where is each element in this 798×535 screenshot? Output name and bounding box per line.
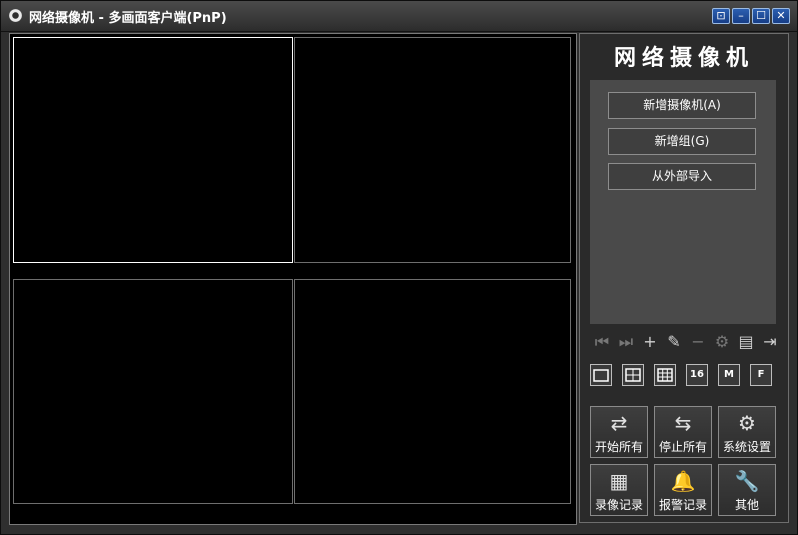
minimize-button[interactable]: – xyxy=(732,8,750,24)
layout-nine-icon[interactable] xyxy=(654,364,676,386)
system-settings-label: 系统设置 xyxy=(722,440,771,454)
skip-next-icon[interactable]: ⏭ xyxy=(614,330,638,354)
video-pane-3[interactable] xyxy=(13,279,293,504)
add-camera-button[interactable]: 新增摄像机(A) xyxy=(608,92,756,119)
video-pane-1[interactable] xyxy=(13,37,293,263)
layout-sixteen-icon[interactable]: 16 xyxy=(686,364,708,386)
gear-icon[interactable]: ⚙ xyxy=(710,330,734,354)
layout-four-icon[interactable] xyxy=(622,364,644,386)
layout-toolbar: 16 M F xyxy=(590,364,780,388)
exit-icon[interactable]: ⇥ xyxy=(758,330,782,354)
close-button[interactable]: ✕ xyxy=(772,8,790,24)
video-grid xyxy=(9,33,577,525)
stop-all-label: 停止所有 xyxy=(658,440,707,454)
remove-icon[interactable]: − xyxy=(686,330,710,354)
app-icon xyxy=(9,9,22,22)
alarm-log-label: 报警记录 xyxy=(658,498,707,512)
settings-icon: ⚙ xyxy=(738,411,756,435)
add-group-button[interactable]: 新增组(G) xyxy=(608,128,756,155)
edit-icon[interactable]: ✎ xyxy=(662,330,686,354)
wrench-icon: 🔧 xyxy=(734,469,760,493)
control-sidebar: 网络摄像机 新增摄像机(A) 新增组(G) 从外部导入 ⏮ ⏭ + ✎ − ⚙ … xyxy=(579,33,789,523)
skip-first-icon[interactable]: ⏮ xyxy=(590,330,614,354)
stop-all-button[interactable]: ⇆ 停止所有 xyxy=(654,406,712,458)
export-icon[interactable]: ▤ xyxy=(734,330,758,354)
title-bar[interactable]: 网络摄像机 - 多画面客户端(PnP) ⊡ – ☐ ✕ xyxy=(1,1,797,32)
recordings-icon: ▦ xyxy=(609,469,629,493)
video-pane-4[interactable] xyxy=(294,279,571,504)
app-window: 网络摄像机 - 多画面客户端(PnP) ⊡ – ☐ ✕ 网络摄像机 新增摄像机(… xyxy=(0,0,798,535)
layout-f-icon[interactable]: F xyxy=(750,364,772,386)
layout-single-icon[interactable] xyxy=(590,364,612,386)
window-title: 网络摄像机 - 多画面客户端(PnP) xyxy=(29,11,227,26)
restore-button[interactable]: ⊡ xyxy=(712,8,730,24)
other-label: 其他 xyxy=(734,498,759,512)
start-all-button[interactable]: ⇄ 开始所有 xyxy=(590,406,648,458)
maximize-button[interactable]: ☐ xyxy=(752,8,770,24)
import-button[interactable]: 从外部导入 xyxy=(608,163,756,190)
camera-list-panel[interactable]: 新增摄像机(A) 新增组(G) 从外部导入 xyxy=(590,80,776,324)
recordings-label: 录像记录 xyxy=(594,498,643,512)
recordings-button[interactable]: ▦ 录像记录 xyxy=(590,464,648,516)
stop-all-icon: ⇆ xyxy=(674,411,692,435)
alarm-log-button[interactable]: 🔔 报警记录 xyxy=(654,464,712,516)
video-pane-2[interactable] xyxy=(294,37,571,263)
add-icon[interactable]: + xyxy=(638,330,662,354)
bell-icon: 🔔 xyxy=(670,469,696,493)
layout-m-icon[interactable]: M xyxy=(718,364,740,386)
start-all-icon: ⇄ xyxy=(610,411,628,435)
system-settings-button[interactable]: ⚙ 系统设置 xyxy=(718,406,776,458)
list-toolbar: ⏮ ⏭ + ✎ − ⚙ ▤ ⇥ xyxy=(590,330,780,354)
brand-title: 网络摄像机 xyxy=(613,45,754,71)
other-button[interactable]: 🔧 其他 xyxy=(718,464,776,516)
start-all-label: 开始所有 xyxy=(594,440,643,454)
